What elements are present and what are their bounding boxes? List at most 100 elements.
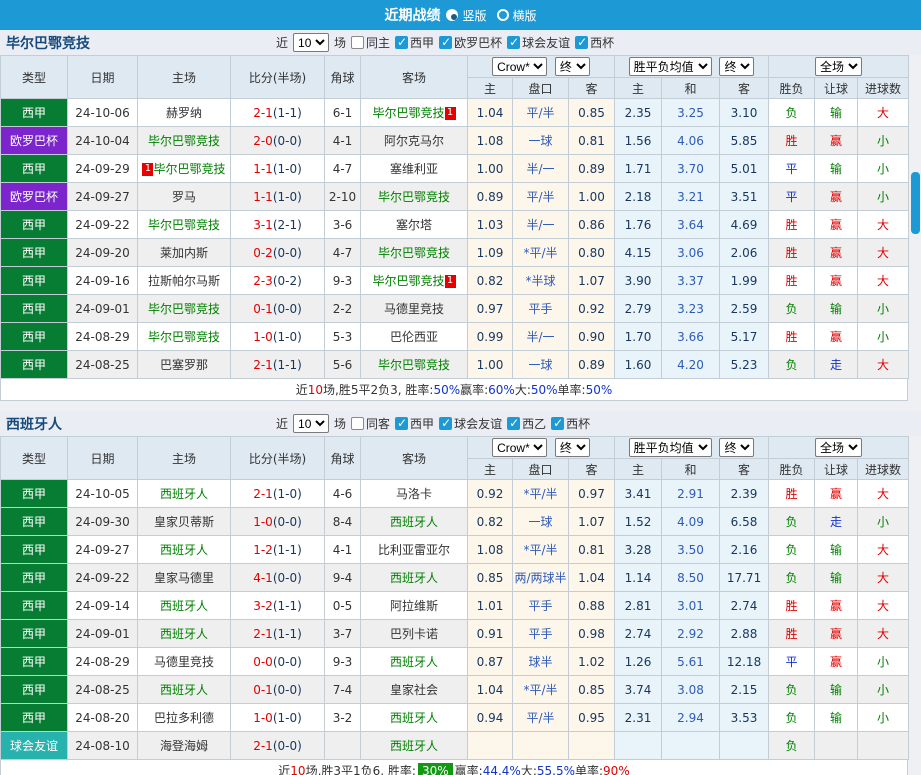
checkbox-checked-icon[interactable] <box>507 416 521 430</box>
league-type-badge: 西甲 <box>0 294 68 323</box>
league-filter-2[interactable]: 球会友谊 <box>507 34 570 51</box>
corners: 9-3 <box>324 266 361 295</box>
team-name: 西班牙人 <box>389 739 438 753</box>
halftime-score: (1-1) <box>272 357 302 372</box>
team-name: 阿拉维斯 <box>389 599 438 613</box>
same-venue-filter[interactable]: 同主 <box>351 34 390 51</box>
checkbox-checked-icon[interactable] <box>439 35 453 49</box>
result-handicap: 赢 <box>814 479 859 508</box>
filter-bar: 近 10 场 同客 西甲 球会友谊 西乙 西杯 <box>276 414 590 433</box>
result-handicap: 赢 <box>814 591 859 620</box>
bookmaker-select[interactable]: Crow* <box>492 438 548 457</box>
same-venue-filter[interactable]: 同客 <box>351 415 390 432</box>
home-team: 巴拉多利德 <box>137 703 231 732</box>
odds-away <box>567 731 616 760</box>
away-team: 马洛卡 <box>360 479 468 508</box>
league-filter-label: 西杯 <box>566 417 591 431</box>
avg-draw: 3.70 <box>661 154 721 183</box>
radio-selected-icon[interactable] <box>446 9 459 21</box>
away-team: 毕尔巴鄂竞技 1 <box>360 266 468 295</box>
corners: 4-6 <box>324 479 361 508</box>
home-team: 莱加内斯 <box>137 238 231 267</box>
team-name: 巴塞罗那 <box>159 358 208 372</box>
radio-vertical[interactable]: 竖版 <box>446 7 487 24</box>
team-name: 毕尔巴鄂竞技 <box>153 162 226 176</box>
avg-select[interactable]: 胜平负均值 <box>628 57 712 76</box>
checkbox-checked-icon[interactable] <box>395 35 409 49</box>
bookmaker-select[interactable]: Crow* <box>492 57 548 76</box>
checkbox-checked-icon[interactable] <box>575 35 589 49</box>
checkbox-checked-icon[interactable] <box>439 416 453 430</box>
result-goals: 大 <box>857 238 910 267</box>
sub-col-avg-away: 客 <box>719 77 770 99</box>
same-venue-label: 同主 <box>366 36 391 50</box>
result-goals: 大 <box>857 619 910 648</box>
avg-draw: 3.21 <box>661 182 721 211</box>
match-date: 24-09-22 <box>67 563 138 592</box>
match-row: 西甲 24-08-25 巴塞罗那 2-1(1-1) 5-6 毕尔巴鄂竞技 1.00 一球 0.8… <box>0 350 910 379</box>
results-table-bilbao: 类型 日期 主场 比分(半场) 角球 客场 Crow* 终 胜平负均值 终 全场 <box>0 55 910 379</box>
score: 4-1(0-0) <box>230 563 325 592</box>
handicap <box>512 731 569 760</box>
odds-home: 1.04 <box>467 98 513 127</box>
league-filter-label: 球会友谊 <box>454 417 503 431</box>
away-team: 西班牙人 <box>360 507 468 536</box>
sub-col-away-odds: 客 <box>567 458 616 480</box>
odds-time-select[interactable]: 终 <box>554 438 590 457</box>
odds-home: 1.08 <box>467 126 513 155</box>
avg-select[interactable]: 胜平负均值 <box>628 438 712 457</box>
league-filter-3[interactable]: 西杯 <box>575 34 614 51</box>
match-count-select[interactable]: 10 <box>293 414 330 433</box>
corners: 7-4 <box>324 675 361 704</box>
league-filter-2[interactable]: 西乙 <box>507 415 546 432</box>
radio-unselected-icon[interactable] <box>496 9 509 21</box>
match-count-select[interactable]: 10 <box>293 33 330 52</box>
avg-draw: 3.08 <box>661 675 721 704</box>
avg-home: 1.14 <box>614 563 663 592</box>
avg-time-select[interactable]: 终 <box>719 57 755 76</box>
result-handicap: 赢 <box>814 182 859 211</box>
checkbox-checked-icon[interactable] <box>551 416 565 430</box>
sub-col-avg-draw: 和 <box>661 77 721 99</box>
corners: 5-3 <box>324 322 361 351</box>
league-type-badge: 球会友谊 <box>0 731 68 760</box>
away-team: 西班牙人 <box>360 703 468 732</box>
summary-part: 10 <box>307 382 324 397</box>
league-filter-1[interactable]: 欧罗巴杯 <box>439 34 502 51</box>
sub-col-wdl: 胜负 <box>768 77 816 99</box>
fulltime-select[interactable]: 全场 <box>815 438 863 457</box>
fulltime-score: 0-2 <box>253 245 273 260</box>
checkbox-unchecked-icon[interactable] <box>351 417 365 430</box>
summary-part: 50% <box>585 382 613 397</box>
result-goals: 大 <box>857 535 910 564</box>
home-team: 海登海姆 <box>137 731 231 760</box>
checkbox-checked-icon[interactable] <box>507 35 521 49</box>
halftime-score: (1-1) <box>272 105 302 120</box>
sub-col-home-odds: 主 <box>467 458 513 480</box>
league-filter-3[interactable]: 西杯 <box>551 415 590 432</box>
league-filter-0[interactable]: 西甲 <box>395 415 434 432</box>
fulltime-select[interactable]: 全场 <box>815 57 863 76</box>
result-goals: 小 <box>857 154 910 183</box>
team-name: 马德里竞技 <box>153 655 214 669</box>
summary-part: 单率: <box>575 764 604 775</box>
sub-col-avg-away: 客 <box>719 458 770 480</box>
avg-time-select[interactable]: 终 <box>719 438 755 457</box>
team-name: 巴列卡诺 <box>389 627 438 641</box>
result-wdl: 负 <box>768 703 816 732</box>
halftime-score: (1-0) <box>272 189 302 204</box>
odds-home: 1.08 <box>467 535 513 564</box>
league-filter-0[interactable]: 西甲 <box>395 34 434 51</box>
team-name: 比利亚雷亚尔 <box>377 543 450 557</box>
sub-col-home-odds: 主 <box>467 77 513 99</box>
league-filter-1[interactable]: 球会友谊 <box>439 415 502 432</box>
odds-time-select[interactable]: 终 <box>554 57 590 76</box>
checkbox-checked-icon[interactable] <box>395 416 409 430</box>
avg-home: 3.41 <box>614 479 663 508</box>
odds-home: 0.99 <box>467 322 513 351</box>
match-date: 24-10-06 <box>67 98 138 127</box>
scrollbar-thumb[interactable] <box>911 172 920 234</box>
radio-horizontal[interactable]: 横版 <box>496 7 537 24</box>
league-filter-label: 西杯 <box>590 36 615 50</box>
checkbox-unchecked-icon[interactable] <box>351 36 365 49</box>
